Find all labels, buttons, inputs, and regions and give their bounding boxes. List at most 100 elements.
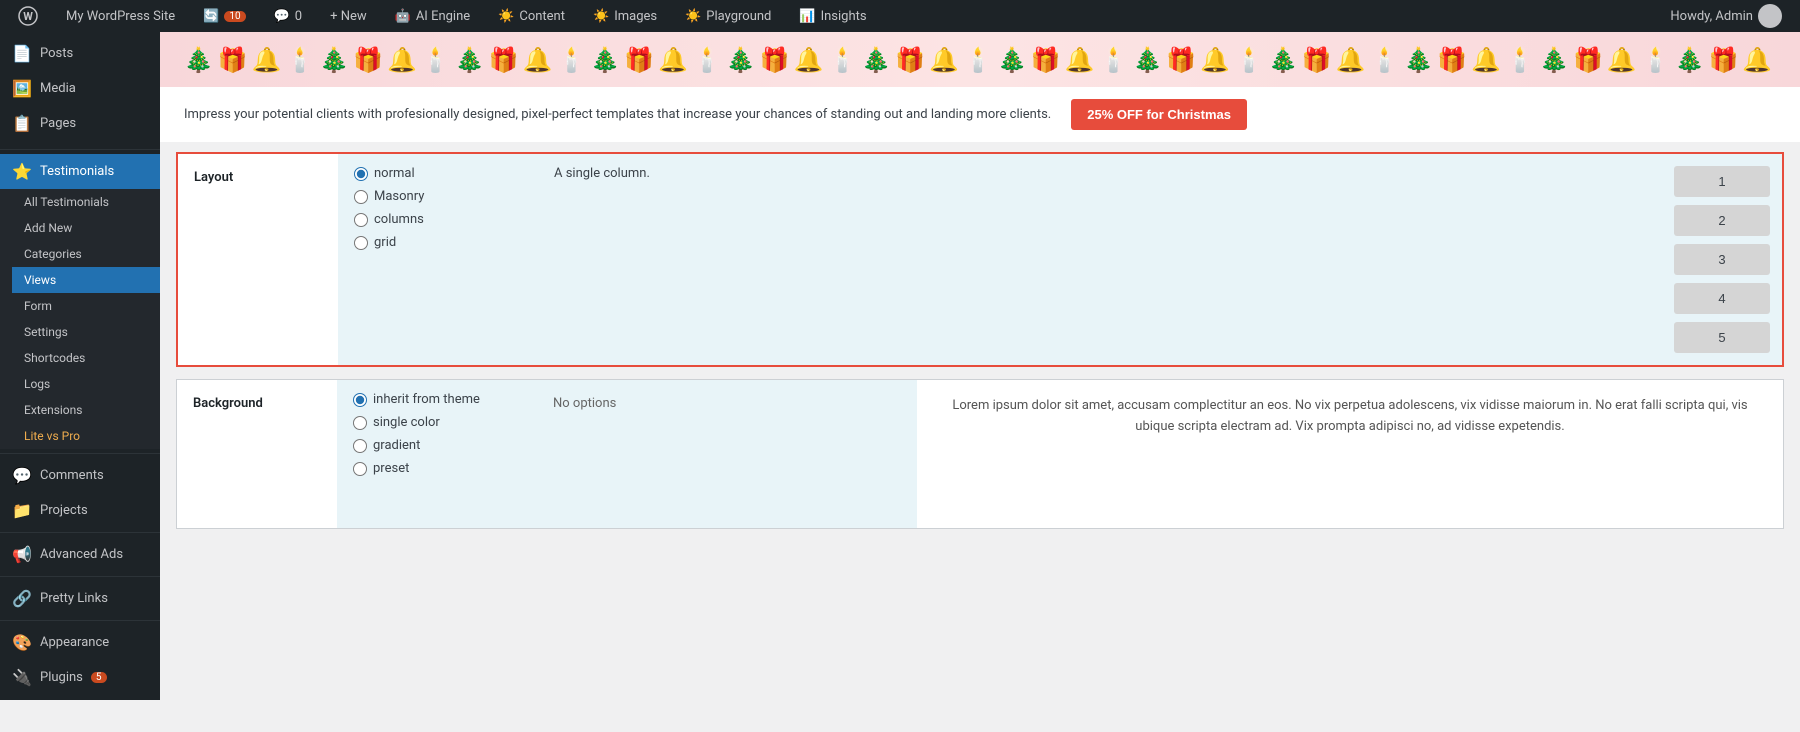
bg-option-gradient[interactable]: gradient [353,438,521,453]
howdy-item[interactable]: Howdy, Admin [1664,0,1788,32]
sidebar-item-media-label: Media [40,81,76,96]
bg-single-color-label: single color [373,415,440,430]
layout-radio-normal[interactable] [354,167,368,181]
layout-option-columns[interactable]: columns [354,212,522,227]
layout-section: Layout normal Masonry [176,152,1784,367]
layout-columns-label: columns [374,212,424,227]
shortcodes-label: Shortcodes [24,351,85,365]
insights-label: Insights [821,9,867,24]
categories-label: Categories [24,247,82,261]
banner-area: 🎄🎁🔔🕯️🎄🎁🔔🕯️🎄🎁🔔🕯️🎄🎁🔔🕯️🎄🎁🔔🕯️🎄🎁🔔🕯️🎄🎁🔔🕯️🎄🎁🔔🕯️… [160,32,1800,142]
background-preview-text: Lorem ipsum dolor sit amet, accusam comp… [941,396,1759,438]
images-label: Images [614,9,657,24]
layout-masonry-label: Masonry [374,189,424,204]
site-name-item[interactable]: My WordPress Site [60,0,181,32]
svg-text:W: W [23,10,33,23]
howdy-label: Howdy, Admin [1670,9,1753,24]
wp-logo-item[interactable]: W [12,0,44,32]
comments-item[interactable]: 💬 0 [268,0,309,32]
sidebar-item-posts[interactable]: 📄 Posts [0,36,160,71]
sidebar-item-projects[interactable]: 📁 Projects [0,493,160,528]
bg-radio-gradient[interactable] [353,439,367,453]
sidebar-item-testimonials-label: Testimonials [40,164,114,179]
testimonials-icon: ⭐ [12,162,32,181]
banner-text: Impress your potential clients with prof… [184,107,1051,122]
bg-option-inherit[interactable]: inherit from theme [353,392,521,407]
media-icon: 🖼️ [12,79,32,98]
bg-radio-single-color[interactable] [353,416,367,430]
updates-icon: 🔄 [203,9,219,24]
images-icon: ☀️ [593,9,609,24]
sidebar-item-media[interactable]: 🖼️ Media [0,71,160,106]
sidebar-item-projects-label: Projects [40,503,88,518]
comments-icon: 💬 [274,9,290,24]
content-item[interactable]: ☀️ Content [492,0,571,32]
content-label: Content [519,9,565,24]
bg-option-single-color[interactable]: single color [353,415,521,430]
sidebar: 📄 Posts 🖼️ Media 📋 Pages ⭐ Testimonials … [0,32,160,700]
column-btn-4[interactable]: 4 [1674,283,1770,314]
bg-radio-preset[interactable] [353,462,367,476]
sidebar-item-views[interactable]: Views [12,267,160,293]
pretty-links-icon: 🔗 [12,589,32,608]
views-label: Views [24,273,56,287]
background-radio-group: inherit from theme single color gradient [353,392,521,476]
new-content-item[interactable]: + New [324,0,373,32]
bg-option-preset[interactable]: preset [353,461,521,476]
content-icon: ☀️ [498,9,514,24]
layout-radio-columns[interactable] [354,213,368,227]
sidebar-item-shortcodes[interactable]: Shortcodes [12,345,160,371]
sidebar-item-appearance[interactable]: 🎨 Appearance [0,625,160,660]
sidebar-item-add-new[interactable]: Add New [12,215,160,241]
sidebar-item-posts-label: Posts [40,46,73,61]
layout-radio-group: normal Masonry columns grid [354,166,522,250]
sidebar-item-advanced-ads[interactable]: 📢 Advanced Ads [0,537,160,572]
settings-label: Settings [24,325,68,339]
insights-item[interactable]: 📊 Insights [793,0,872,32]
layout-section-label: Layout [178,154,338,365]
playground-icon: ☀️ [685,9,701,24]
sidebar-item-plugins[interactable]: 🔌 Plugins 5 [0,660,160,695]
all-testimonials-label: All Testimonials [24,195,109,209]
sidebar-item-form[interactable]: Form [12,293,160,319]
sidebar-item-all-testimonials[interactable]: All Testimonials [12,189,160,215]
ai-engine-item[interactable]: 🤖 AI Engine [389,0,477,32]
sidebar-item-lite-vs-pro[interactable]: Lite vs Pro [12,423,160,449]
images-item[interactable]: ☀️ Images [587,0,663,32]
posts-icon: 📄 [12,44,32,63]
christmas-offer-button[interactable]: 25% OFF for Christmas [1071,99,1247,130]
updates-item[interactable]: 🔄 10 [197,0,251,32]
sidebar-item-appearance-label: Appearance [40,635,109,650]
plugins-icon: 🔌 [12,668,32,687]
sidebar-item-comments[interactable]: 💬 Comments [0,458,160,493]
sidebar-item-testimonials[interactable]: ⭐ Testimonials [0,154,160,189]
playground-label: Playground [706,9,771,24]
sidebar-item-settings[interactable]: Settings [12,319,160,345]
sidebar-item-extensions[interactable]: Extensions [12,397,160,423]
layout-option-grid[interactable]: grid [354,235,522,250]
background-section-label: Background [177,380,337,528]
pages-icon: 📋 [12,114,32,133]
sidebar-item-logs[interactable]: Logs [12,371,160,397]
sidebar-item-pretty-links[interactable]: 🔗 Pretty Links [0,581,160,616]
column-btn-3[interactable]: 3 [1674,244,1770,275]
sidebar-item-plugins-label: Plugins [40,670,83,685]
playground-item[interactable]: ☀️ Playground [679,0,777,32]
layout-option-masonry[interactable]: Masonry [354,189,522,204]
new-content-label: + New [330,9,367,24]
sidebar-item-pages[interactable]: 📋 Pages [0,106,160,141]
column-btn-1[interactable]: 1 [1674,166,1770,197]
layout-radio-grid[interactable] [354,236,368,250]
column-btn-5[interactable]: 5 [1674,322,1770,353]
appearance-icon: 🎨 [12,633,32,652]
layout-radio-masonry[interactable] [354,190,368,204]
layout-option-normal[interactable]: normal [354,166,522,181]
bg-radio-inherit[interactable] [353,393,367,407]
column-btn-2[interactable]: 2 [1674,205,1770,236]
layout-description: A single column. [554,162,650,185]
main-content: 🎄🎁🔔🕯️🎄🎁🔔🕯️🎄🎁🔔🕯️🎄🎁🔔🕯️🎄🎁🔔🕯️🎄🎁🔔🕯️🎄🎁🔔🕯️🎄🎁🔔🕯️… [160,32,1800,700]
plugins-count: 5 [91,672,107,683]
lite-vs-pro-label: Lite vs Pro [24,429,80,443]
sidebar-item-categories[interactable]: Categories [12,241,160,267]
bg-preset-label: preset [373,461,409,476]
